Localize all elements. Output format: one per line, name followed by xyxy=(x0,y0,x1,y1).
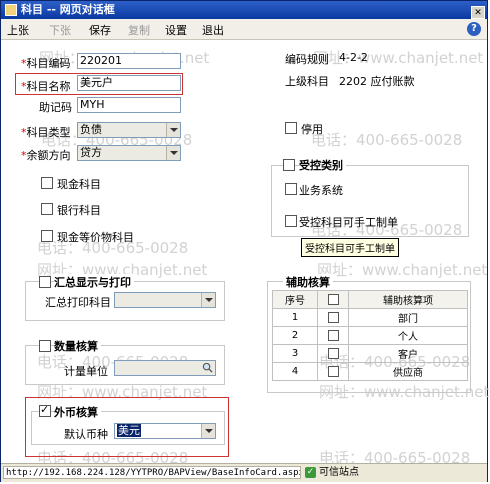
search-icon[interactable] xyxy=(202,362,213,373)
exit-button[interactable]: 退出 xyxy=(202,22,224,38)
account-name-label: *科目名称 xyxy=(21,80,71,93)
chevron-down-icon[interactable] xyxy=(166,123,180,137)
table-row: 3 客户 xyxy=(272,344,468,363)
summary-print-select[interactable] xyxy=(114,292,216,308)
manual-voucher-label: 受控科目可手工制单 xyxy=(299,216,398,229)
aux-col-no: 序号 xyxy=(272,290,318,309)
title-bar: 科目 -- 网页对话框 ✕ xyxy=(1,1,487,19)
account-code-label: *科目编码 xyxy=(21,57,71,70)
status-bar: http://192.168.224.128/YYTPRO/BAPView/Ba… xyxy=(1,463,487,482)
aux-row-no: 4 xyxy=(272,362,318,381)
watermark-site: 网址：www.chanjet.net xyxy=(317,261,488,279)
cash-equivalent-label: 现金等价物科目 xyxy=(57,231,134,244)
bank-account-label: 银行科目 xyxy=(57,204,101,217)
aux-row-no: 2 xyxy=(272,326,318,345)
bank-account-checkbox[interactable] xyxy=(41,203,53,215)
account-code-field[interactable]: 220201 xyxy=(77,53,181,69)
aux-row-checkbox[interactable] xyxy=(327,365,339,377)
aux-header-row: 序号 辅助核算项 xyxy=(272,290,468,309)
chevron-down-icon[interactable] xyxy=(201,424,215,438)
summary-print-label: 汇总打印科目 xyxy=(45,296,111,309)
close-icon[interactable]: ✕ xyxy=(471,6,485,19)
aux-col-check xyxy=(317,290,349,309)
quantity-title: 数量核算 xyxy=(54,338,101,354)
mnemonic-label: 助记码 xyxy=(39,101,72,114)
toolbar: 上张 下张 保存 复制 设置 退出 ? xyxy=(1,19,487,40)
unit-label: 计量单位 xyxy=(64,365,108,378)
tooltip: 受控科目可手工制单 xyxy=(301,238,399,257)
code-rule-label: 编码规则 xyxy=(285,53,329,66)
watermark-phone: 电话：400-665-0028 xyxy=(311,131,463,149)
window-title: 科目 -- 网页对话框 xyxy=(21,3,115,16)
dialog-window: 科目 -- 网页对话框 ✕ 上张 下张 保存 复制 设置 退出 ? 网址：www… xyxy=(0,0,489,482)
aux-row-no: 1 xyxy=(272,308,318,327)
aux-col-item: 辅助核算项 xyxy=(348,290,468,309)
mnemonic-field[interactable]: MYH xyxy=(77,97,181,113)
summary-title: 汇总显示与打印 xyxy=(54,274,134,290)
aux-row-checkbox[interactable] xyxy=(327,311,339,323)
status-url: http://192.168.224.128/YYTPRO/BAPView/Ba… xyxy=(3,466,301,479)
aux-row-name: 个人 xyxy=(348,326,468,345)
aux-row-check-cell xyxy=(317,308,349,327)
manual-voucher-checkbox[interactable] xyxy=(285,215,297,227)
aux-table: 序号 辅助核算项 1 部门 2 个人 3 客户 4 供应商 xyxy=(272,290,468,381)
copy-button: 复制 xyxy=(128,24,150,37)
disabled-label: 停用 xyxy=(301,123,323,136)
default-currency-label: 默认币种 xyxy=(64,428,108,441)
code-rule-value: 4-2-2 xyxy=(339,51,368,64)
unit-field[interactable] xyxy=(114,360,216,376)
balance-direction-select[interactable]: 贷方 xyxy=(77,145,181,161)
aux-row-no: 3 xyxy=(272,344,318,363)
parent-account-label: 上级科目 xyxy=(285,75,329,88)
aux-select-all-checkbox[interactable] xyxy=(327,293,339,305)
security-zone: ✓ 可信站点 xyxy=(305,466,359,478)
aux-row-checkbox[interactable] xyxy=(327,329,339,341)
aux-row-name: 客户 xyxy=(348,344,468,363)
quantity-checkbox[interactable] xyxy=(39,340,51,352)
cash-account-checkbox[interactable] xyxy=(41,177,53,189)
business-system-checkbox[interactable] xyxy=(285,183,297,195)
next-button: 下张 xyxy=(49,24,71,37)
table-row: 1 部门 xyxy=(272,308,468,327)
table-row: 4 供应商 xyxy=(272,362,468,381)
cash-equivalent-checkbox[interactable] xyxy=(41,230,53,242)
table-row: 2 个人 xyxy=(272,326,468,345)
default-currency-select[interactable]: 美元 xyxy=(114,423,216,439)
summary-checkbox[interactable] xyxy=(39,276,51,288)
save-button[interactable]: 保存 xyxy=(89,22,111,38)
prev-button[interactable]: 上张 xyxy=(7,22,29,38)
aux-row-name: 供应商 xyxy=(348,362,468,381)
app-icon xyxy=(5,4,17,16)
disabled-checkbox[interactable] xyxy=(285,122,297,134)
question-circle-icon[interactable]: ? xyxy=(467,22,481,36)
settings-button[interactable]: 设置 xyxy=(165,22,187,38)
check-icon: ✓ xyxy=(305,466,316,478)
currency-title: 外币核算 xyxy=(54,404,101,420)
account-type-label: *科目类型 xyxy=(21,126,71,139)
chevron-down-icon[interactable] xyxy=(166,146,180,160)
aux-row-check-cell xyxy=(317,326,349,345)
chevron-down-icon[interactable] xyxy=(201,293,215,307)
account-name-field[interactable]: 美元户 xyxy=(77,75,181,91)
cash-account-label: 现金科目 xyxy=(57,178,101,191)
aux-row-check-cell xyxy=(317,344,349,363)
business-system-label: 业务系统 xyxy=(299,184,343,197)
aux-row-name: 部门 xyxy=(348,308,468,327)
balance-direction-label: *余额方向 xyxy=(21,149,71,162)
currency-checkbox[interactable] xyxy=(39,403,51,417)
aux-title: 辅助核算 xyxy=(283,274,333,290)
aux-row-check-cell xyxy=(317,362,349,381)
parent-account-value: 2202 应付账款 xyxy=(339,75,415,88)
controlled-category-checkbox[interactable] xyxy=(283,159,295,171)
controlled-category-title: 受控类别 xyxy=(299,157,346,173)
account-type-select[interactable]: 负债 xyxy=(77,122,181,138)
aux-row-checkbox[interactable] xyxy=(327,347,339,359)
